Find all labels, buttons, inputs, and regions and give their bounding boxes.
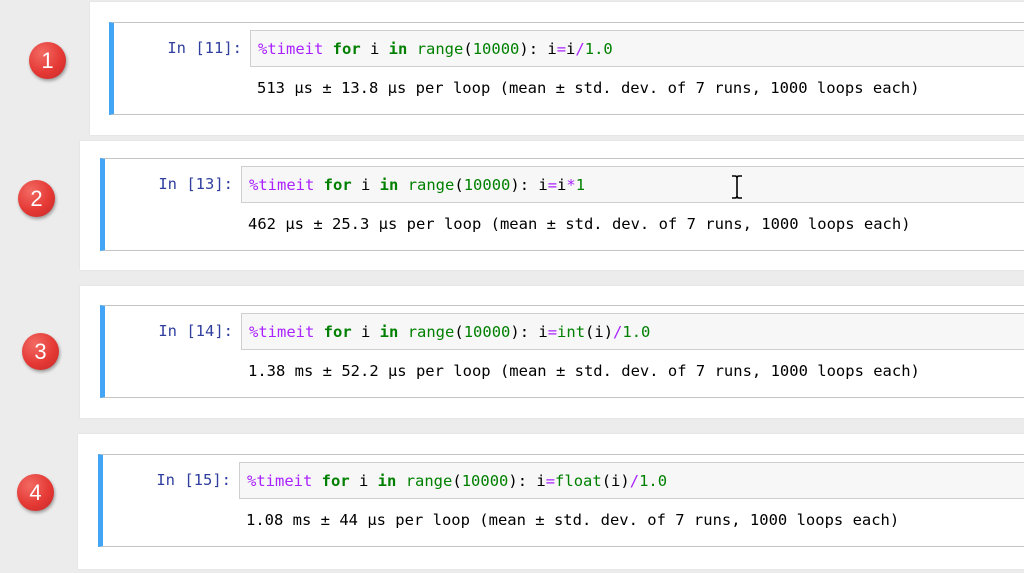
code-token: 1.0 — [584, 40, 613, 58]
code-token: = — [547, 323, 558, 341]
code-token: i — [351, 176, 380, 194]
text-cursor-icon — [732, 175, 742, 199]
code-token: %timeit — [249, 323, 315, 341]
notebook-cell-4[interactable]: In [15]: %timeit for i in range(10000): … — [98, 454, 1024, 547]
code-token: i — [349, 472, 378, 490]
code-token: ( — [452, 472, 462, 490]
code-token: range — [405, 472, 453, 490]
code-token: for — [321, 472, 350, 490]
code-input[interactable]: %timeit for i in range(10000): i=float(i… — [239, 462, 1024, 499]
code-token: 10000 — [463, 323, 511, 341]
code-token: in — [379, 323, 399, 341]
code-token: = — [545, 472, 556, 490]
code-token: ( — [463, 40, 473, 58]
code-token: ): i — [519, 40, 557, 58]
step-badge-3: 3 — [22, 333, 59, 370]
code-token: range — [407, 323, 455, 341]
code-token: 10000 — [463, 176, 511, 194]
output-text: 1.38 ms ± 52.2 µs per loop (mean ± std. … — [248, 362, 920, 380]
output-text: 513 µs ± 13.8 µs per loop (mean ± std. d… — [257, 79, 920, 97]
code-text: %timeit for i in range(10000): i=i/1.0 — [258, 40, 613, 58]
input-prompt: In [13]: — [158, 175, 233, 193]
notebook-cell-3[interactable]: In [14]: %timeit for i in range(10000): … — [100, 305, 1024, 398]
code-token: range — [407, 176, 455, 194]
code-token: i — [360, 40, 389, 58]
code-token: for — [332, 40, 361, 58]
code-text: %timeit for i in range(10000): i=i*1 — [249, 176, 585, 194]
code-input[interactable]: %timeit for i in range(10000): i=i*1 — [241, 166, 1024, 203]
code-token: i — [351, 323, 380, 341]
code-token: i — [557, 176, 567, 194]
code-token: 1.0 — [639, 472, 668, 490]
code-token: ( — [454, 323, 464, 341]
step-badge-2: 2 — [18, 180, 55, 217]
output-text: 1.08 ms ± 44 µs per loop (mean ± std. de… — [246, 511, 900, 529]
code-token: for — [323, 176, 352, 194]
code-token: / — [575, 40, 585, 58]
output-text: 462 µs ± 25.3 µs per loop (mean ± std. d… — [248, 215, 911, 233]
code-token: 1.0 — [622, 323, 651, 341]
code-token: ): i — [510, 176, 548, 194]
code-token: 10000 — [472, 40, 520, 58]
step-badge-4: 4 — [17, 474, 54, 511]
code-token: %timeit — [249, 176, 315, 194]
code-token: %timeit — [247, 472, 313, 490]
code-token: in — [379, 176, 399, 194]
code-token: = — [556, 40, 567, 58]
input-prompt: In [14]: — [158, 322, 233, 340]
code-token: i — [566, 40, 576, 58]
code-token: range — [416, 40, 464, 58]
code-text: %timeit for i in range(10000): i=int(i)/… — [249, 323, 650, 341]
step-badge-1: 1 — [29, 42, 66, 79]
code-token: = — [547, 176, 558, 194]
code-token: 1 — [575, 176, 586, 194]
code-text: %timeit for i in range(10000): i=float(i… — [247, 472, 667, 490]
code-token: ): i — [510, 323, 548, 341]
notebook-cell-1[interactable]: In [11]: %timeit for i in range(10000): … — [109, 22, 1024, 115]
code-token: %timeit — [258, 40, 324, 58]
code-token: ( — [454, 176, 464, 194]
code-token: in — [377, 472, 397, 490]
code-token: int — [557, 323, 586, 341]
code-token: / — [629, 472, 640, 490]
code-token: for — [323, 323, 352, 341]
code-input[interactable]: %timeit for i in range(10000): i=int(i)/… — [241, 313, 1024, 350]
notebook-cell-2[interactable]: In [13]: %timeit for i in range(10000): … — [100, 158, 1024, 251]
code-token: in — [388, 40, 408, 58]
code-token: float — [555, 472, 602, 490]
code-token: (i) — [601, 472, 630, 490]
input-prompt: In [15]: — [156, 471, 231, 489]
code-token: * — [566, 176, 576, 194]
code-token: 10000 — [461, 472, 509, 490]
code-token: ): i — [508, 472, 546, 490]
code-token: (i) — [585, 323, 614, 341]
input-prompt: In [11]: — [167, 39, 242, 57]
code-token: / — [613, 323, 623, 341]
code-input[interactable]: %timeit for i in range(10000): i=i/1.0 — [250, 30, 1024, 67]
